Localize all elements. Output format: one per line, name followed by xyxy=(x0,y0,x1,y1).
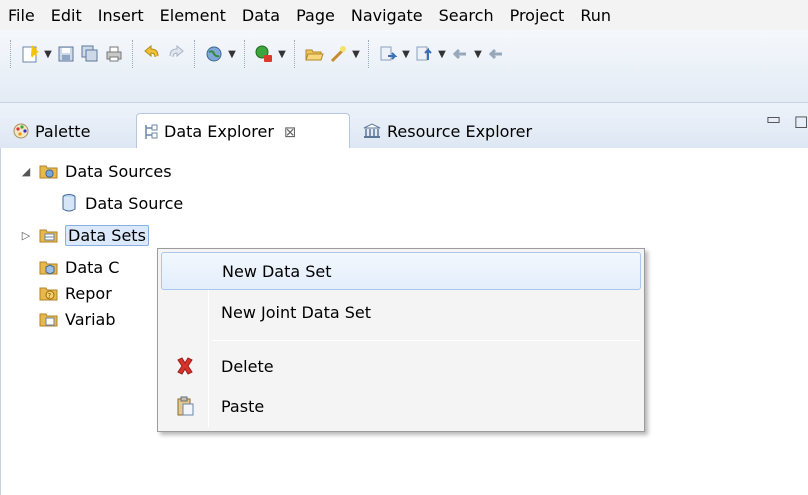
menu-edit[interactable]: Edit xyxy=(49,3,84,28)
expanded-arrow-icon[interactable]: ◢ xyxy=(19,165,33,178)
data-sets-folder-icon xyxy=(39,225,59,245)
toolbar: ▼ ▼ ▼ ▼ ▼ ▼ ▼ xyxy=(0,30,808,102)
up-icon[interactable] xyxy=(412,40,436,68)
data-explorer-icon xyxy=(143,123,159,141)
new-dropdown-arrow[interactable]: ▼ xyxy=(42,40,54,68)
menu-separator xyxy=(212,340,640,341)
web-dropdown-arrow[interactable]: ▼ xyxy=(226,40,238,68)
report-parameters-folder-icon: ? xyxy=(39,283,59,303)
tree-label: Variab xyxy=(65,309,116,329)
tab-palette-label: Palette xyxy=(35,121,91,141)
tree-label: Data Source xyxy=(85,193,184,213)
save-all-icon[interactable] xyxy=(78,40,102,68)
toolbar-separator xyxy=(194,40,196,68)
run-icon[interactable] xyxy=(252,40,276,68)
data-sources-folder-icon xyxy=(39,161,59,181)
menu-element[interactable]: Element xyxy=(158,3,228,28)
tree-label: Data Sources xyxy=(65,161,172,181)
wand-dropdown-arrow[interactable]: ▼ xyxy=(350,40,362,68)
tree-node-data-sets[interactable]: ▷ Data Sets xyxy=(19,222,149,248)
menu-item-label: New Data Set xyxy=(222,261,332,281)
context-menu: New Data Set New Joint Data Set Delete P… xyxy=(157,248,645,432)
menu-insert[interactable]: Insert xyxy=(96,3,146,28)
delete-icon xyxy=(173,354,197,378)
tree-node-variables[interactable]: Variab xyxy=(39,306,116,332)
tree-node-data-sources[interactable]: ◢ Data Sources xyxy=(19,158,172,184)
menu-item-label: New Joint Data Set xyxy=(221,302,371,322)
menu-search[interactable]: Search xyxy=(437,3,496,28)
back-dropdown-arrow[interactable]: ▼ xyxy=(472,40,484,68)
toolbar-separator xyxy=(294,40,296,68)
toolbar-separator xyxy=(244,40,246,68)
tree-node-report-parameters[interactable]: ? Repor xyxy=(39,280,112,306)
menu-item-new-data-set[interactable]: New Data Set xyxy=(161,252,641,290)
collapsed-arrow-icon[interactable]: ▷ xyxy=(19,229,33,242)
svg-text:?: ? xyxy=(48,292,52,300)
undo-icon[interactable] xyxy=(140,40,164,68)
paste-icon xyxy=(173,394,197,418)
data-cubes-folder-icon xyxy=(39,257,59,277)
tree-label: Repor xyxy=(65,283,112,303)
view-tab-strip: Palette Data Explorer ⊠ Resource Explore… xyxy=(0,102,808,149)
tree-node-data-source[interactable]: Data Source xyxy=(59,190,183,216)
up-dropdown-arrow[interactable]: ▼ xyxy=(436,40,448,68)
step-icon[interactable] xyxy=(376,40,400,68)
menu-data[interactable]: Data xyxy=(240,3,282,28)
tree-label: Data C xyxy=(65,257,120,277)
web-icon[interactable] xyxy=(202,40,226,68)
tab-data-explorer[interactable]: Data Explorer ⊠ xyxy=(136,113,350,149)
database-icon xyxy=(59,193,79,213)
toolbar-separator xyxy=(10,40,12,68)
step-dropdown-arrow[interactable]: ▼ xyxy=(400,40,412,68)
menu-item-label: Delete xyxy=(221,356,274,376)
resource-explorer-icon xyxy=(362,122,382,140)
tab-resource-explorer[interactable]: Resource Explorer xyxy=(356,113,538,149)
toolbar-separator xyxy=(132,40,134,68)
tree-node-data-cubes[interactable]: Data C xyxy=(39,254,119,280)
menu-file[interactable]: File xyxy=(6,3,37,28)
close-tab-icon[interactable]: ⊠ xyxy=(284,123,297,141)
menu-item-delete[interactable]: Delete xyxy=(161,347,641,385)
back-icon[interactable] xyxy=(448,40,472,68)
variables-folder-icon xyxy=(39,309,59,329)
tab-data-explorer-label: Data Explorer xyxy=(164,122,274,141)
tree-label: Data Sets xyxy=(65,224,149,246)
menu-bar: File Edit Insert Element Data Page Navig… xyxy=(0,0,808,30)
print-icon[interactable] xyxy=(102,40,126,68)
menu-project[interactable]: Project xyxy=(508,3,567,28)
tab-palette[interactable]: Palette xyxy=(6,113,96,149)
menu-item-paste[interactable]: Paste xyxy=(161,387,641,425)
redo-icon[interactable] xyxy=(164,40,188,68)
open-icon[interactable] xyxy=(302,40,326,68)
tab-resource-explorer-label: Resource Explorer xyxy=(387,121,533,141)
menu-item-label: Paste xyxy=(221,396,265,416)
save-icon[interactable] xyxy=(54,40,78,68)
menu-navigate[interactable]: Navigate xyxy=(349,3,425,28)
menu-item-new-joint-data-set[interactable]: New Joint Data Set xyxy=(161,293,641,331)
palette-icon xyxy=(12,122,30,140)
forward-icon[interactable] xyxy=(484,40,508,68)
menu-run[interactable]: Run xyxy=(578,3,613,28)
new-icon[interactable] xyxy=(18,40,42,68)
minimize-view-icon[interactable]: ▭ xyxy=(766,109,781,128)
maximize-view-icon[interactable]: ☐ xyxy=(794,113,808,132)
menu-page[interactable]: Page xyxy=(294,3,337,28)
toolbar-separator xyxy=(368,40,370,68)
wand-icon[interactable] xyxy=(326,40,350,68)
run-dropdown-arrow[interactable]: ▼ xyxy=(276,40,288,68)
